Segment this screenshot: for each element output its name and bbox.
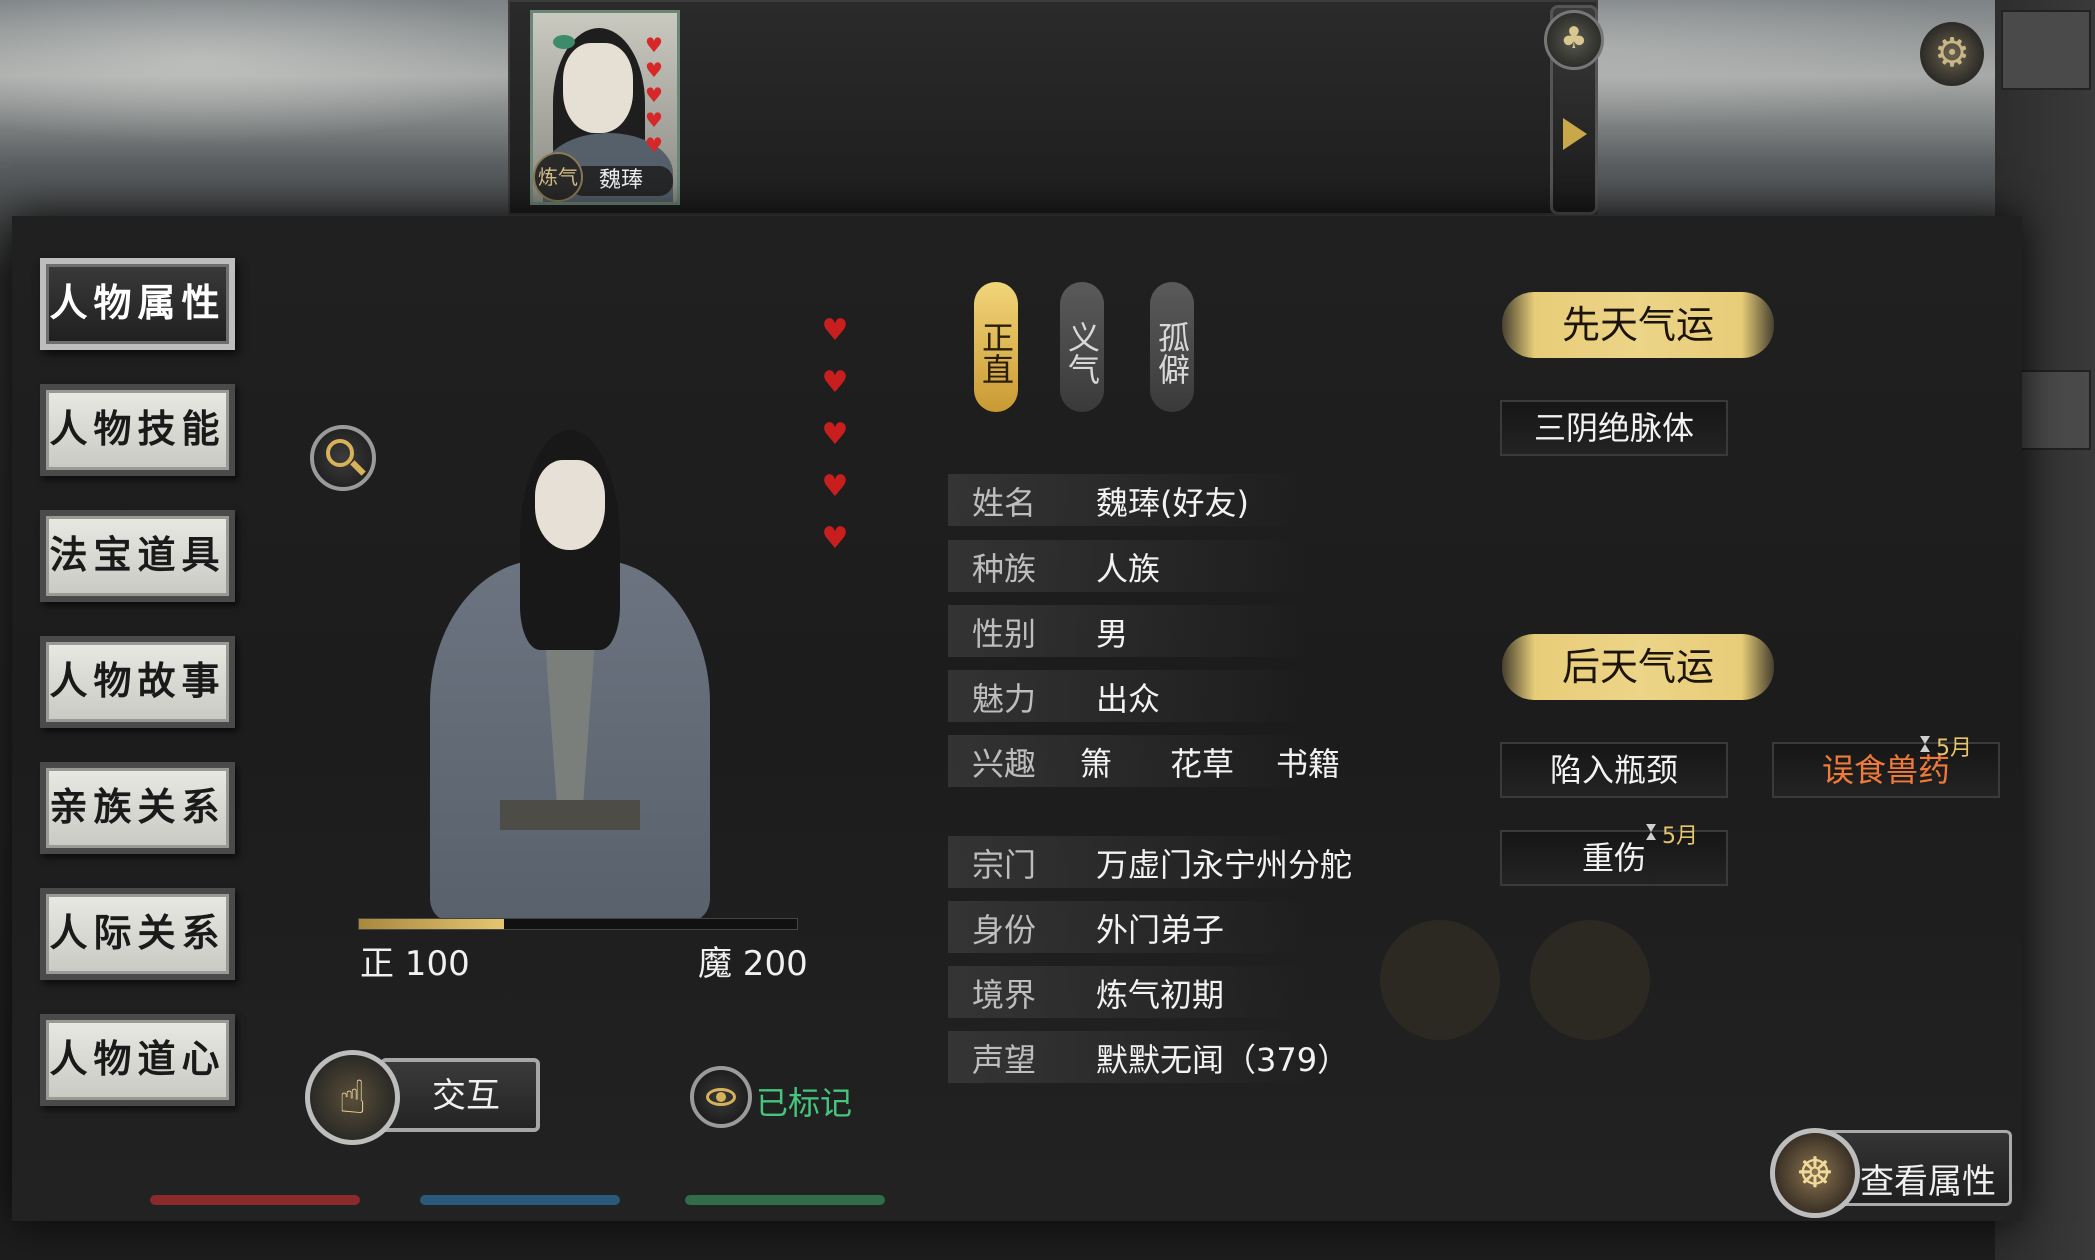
heart-icon: ♥ <box>645 33 663 57</box>
heart-icon: ♥ <box>645 108 663 132</box>
acquired-fortune-title: 后天气运 <box>1502 634 1774 700</box>
name-value: 魏琫(好友) <box>1096 484 1249 522</box>
heart-icon: ♥ <box>645 133 663 157</box>
search-icon <box>326 439 354 467</box>
heart-icon: ♥ <box>821 313 849 348</box>
mark-button[interactable] <box>690 1066 752 1128</box>
duration-tag: 5月 <box>1936 736 1972 761</box>
menu-social-relations[interactable]: 人际关系 <box>40 888 235 980</box>
reputation-label: 声望 <box>972 1041 1037 1079</box>
marked-label[interactable]: 已标记 <box>756 1078 852 1124</box>
heart-icon: ♥ <box>821 469 849 504</box>
identity-value: 外门弟子 <box>1096 911 1225 949</box>
menu-dao-heart[interactable]: 人物道心 <box>40 1014 235 1106</box>
hobby-value: 书籍 <box>1276 745 1341 783</box>
innate-fortune-tag[interactable]: 三阴绝脉体 <box>1500 400 1728 456</box>
background-stamina-bar <box>685 1195 885 1205</box>
card-hearts: ♥ ♥ ♥ ♥ ♥ <box>645 33 667 158</box>
realm-badge: 炼气 <box>533 152 583 202</box>
background-mp-bar <box>420 1195 620 1205</box>
background-hp-bar <box>150 1195 360 1205</box>
trait-badge-upright[interactable]: 正直 <box>974 282 1018 412</box>
alignment-bar-fill <box>359 919 504 929</box>
duration-tag: 5月 <box>1662 824 1698 849</box>
heart-icon: ♥ <box>821 521 849 556</box>
demonic-value: 魔 200 <box>698 944 808 984</box>
meditating-figure-icon[interactable]: ☸ <box>1770 1128 1860 1218</box>
gender-label: 性别 <box>972 615 1037 653</box>
gender-value: 男 <box>1096 615 1129 653</box>
hobby-label: 兴趣 <box>972 745 1037 783</box>
menu-character-story[interactable]: 人物故事 <box>40 636 235 728</box>
menu-character-skills[interactable]: 人物技能 <box>40 384 235 476</box>
heart-icon: ♥ <box>645 58 663 82</box>
affinity-hearts: ♥ ♥ ♥ ♥ ♥ <box>818 305 852 565</box>
heart-icon: ♥ <box>821 417 849 452</box>
trait-badge-reclusive[interactable]: 孤僻 <box>1150 282 1194 412</box>
realm-label: 境界 <box>972 976 1037 1014</box>
sect-label: 宗门 <box>972 846 1037 884</box>
heart-icon: ♥ <box>821 365 849 400</box>
background-skill-slot <box>1530 920 1650 1040</box>
acquired-fortune-tag[interactable]: 陷入瓶颈 <box>1500 742 1728 798</box>
background-skill-slot <box>1380 920 1500 1040</box>
reputation-value: 默默无闻（379） <box>1096 1041 1350 1079</box>
name-label: 姓名 <box>972 484 1037 522</box>
pointing-hand-icon[interactable]: ☝ <box>305 1050 400 1145</box>
character-portrait-card[interactable]: ♥ ♥ ♥ ♥ ♥ 魏琫 炼气 <box>530 10 680 205</box>
trait-badge-loyal[interactable]: 义气 <box>1060 282 1104 412</box>
menu-character-attributes[interactable]: 人物属性 <box>40 258 235 350</box>
menu-treasures-items[interactable]: 法宝道具 <box>40 510 235 602</box>
zoom-search-button[interactable] <box>310 425 376 491</box>
card-character-name: 魏琫 <box>569 166 673 196</box>
race-value: 人族 <box>1096 550 1161 588</box>
view-attributes-label[interactable]: 查看属性 <box>1860 1154 1996 1203</box>
race-label: 种族 <box>972 550 1037 588</box>
hobby-value: 箫 <box>1080 745 1113 783</box>
sect-value: 万虚门永宁州分舵 <box>1096 846 1353 884</box>
alignment-bar <box>358 918 798 930</box>
charm-value: 出众 <box>1096 680 1161 718</box>
innate-fortune-title: 先天气运 <box>1502 292 1774 358</box>
hobby-value: 花草 <box>1170 745 1235 783</box>
identity-label: 身份 <box>972 911 1037 949</box>
heart-icon: ♥ <box>645 83 663 107</box>
right-tab <box>2001 10 2091 90</box>
bag-icon[interactable]: ♣ <box>1544 10 1604 70</box>
charm-label: 魅力 <box>972 680 1037 718</box>
settings-gear-icon[interactable]: ⚙ <box>1920 22 1984 86</box>
character-figure <box>380 430 760 920</box>
menu-family-relations[interactable]: 亲族关系 <box>40 762 235 854</box>
portrait-face <box>563 43 633 133</box>
watch-eye-icon <box>553 35 575 49</box>
play-arrow-icon <box>1563 118 1587 150</box>
righteous-value: 正 100 <box>360 944 470 984</box>
realm-value: 炼气初期 <box>1096 976 1225 1014</box>
interact-label[interactable]: 交互 <box>432 1068 500 1117</box>
